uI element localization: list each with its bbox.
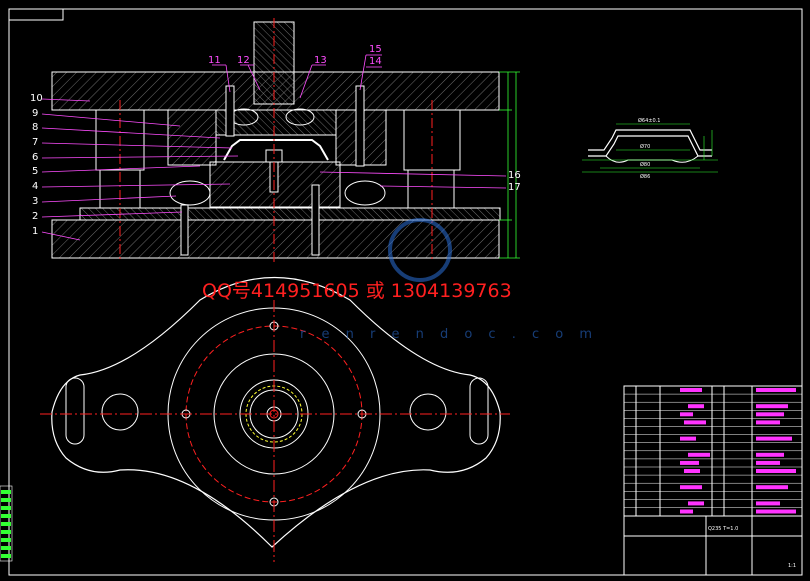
svg-text:Ø80: Ø80 [640, 161, 650, 168]
part-label-10: 10 [30, 93, 43, 104]
rubber-pad-right [344, 180, 386, 206]
part-label-4: 4 [32, 181, 38, 192]
part-label-12: 12 [237, 55, 250, 66]
part-label-17: 17 [508, 182, 521, 193]
title-block-entry [756, 420, 780, 425]
guide-post-right [407, 169, 455, 209]
title-block-entry [680, 485, 702, 490]
part-label-7: 7 [32, 137, 38, 148]
section-view [51, 18, 520, 265]
part-label-8: 8 [32, 122, 38, 133]
svg-text:Ø70: Ø70 [640, 143, 650, 150]
part-label-9: 9 [32, 108, 38, 119]
title-block: Q235 T=1.0 1:1 [623, 385, 803, 576]
legend-swatch [1, 530, 11, 534]
cad-drawing-canvas: 10 9 8 7 6 5 4 3 2 1 11 12 13 15 14 16 1… [0, 8, 803, 576]
slot-left [65, 377, 85, 445]
legend-swatch [1, 506, 11, 510]
svg-text:Ø86: Ø86 [640, 173, 650, 180]
svg-text:Ø64±0.1: Ø64±0.1 [638, 117, 660, 124]
legend-swatch [1, 554, 11, 558]
base-flange-outline [51, 277, 501, 548]
title-block-entry [684, 420, 706, 425]
title-block-entry [756, 501, 780, 506]
part-label-6: 6 [32, 152, 38, 163]
title-block-entry [680, 460, 699, 465]
part-label-13: 13 [314, 55, 327, 66]
contact-text: QQ号414951605 或 1304139763 [202, 280, 512, 302]
ejector-pin-left [180, 204, 189, 256]
part-label-14: 14 [369, 56, 382, 67]
part-label-1: 1 [32, 226, 38, 237]
title-block-entry [756, 509, 796, 514]
title-block-sheet: 1:1 [788, 563, 796, 569]
title-block-entry [756, 452, 784, 457]
legend-swatch [1, 490, 11, 494]
title-block-entry [756, 412, 784, 417]
title-block-entry [680, 412, 693, 417]
part-label-15: 15 [369, 44, 382, 55]
part-label-16: 16 [508, 170, 521, 181]
legend-swatch [1, 498, 11, 502]
title-block-entry [756, 469, 796, 473]
part-label-3: 3 [32, 196, 38, 207]
title-block-entry [680, 509, 693, 514]
title-block-entry [680, 436, 696, 441]
title-block-entry [756, 436, 792, 441]
title-block-entry [756, 388, 796, 392]
title-block-entry [680, 388, 702, 392]
bolt-hole-right [409, 393, 447, 431]
title-block-entry [756, 404, 788, 409]
left-edge-legend [0, 485, 13, 562]
legend-swatch [1, 546, 11, 550]
title-block-entry [684, 469, 700, 473]
title-block-material: Q235 T=1.0 [708, 526, 738, 532]
title-block-entry [688, 501, 704, 506]
title-block-entry [756, 485, 788, 490]
hidden-ring [245, 385, 303, 443]
title-block-entry [688, 404, 704, 409]
plan-view [40, 277, 510, 562]
legend-swatch [1, 538, 11, 542]
title-block-entry [756, 460, 780, 465]
drawing-corner-tab [8, 8, 64, 21]
ejector-pin-right [311, 184, 320, 256]
part-label-2: 2 [32, 211, 38, 222]
title-block-entry [688, 452, 710, 457]
part-label-11: 11 [208, 55, 221, 66]
bolt-hole-left [101, 393, 139, 431]
part-detail-view: Ø64±0.1 Ø70 Ø80 Ø86 [582, 117, 718, 180]
slot-right [469, 377, 489, 445]
part-labels-right: 16 17 [319, 170, 521, 193]
watermark-url: r e n r e n d o c . c o m [300, 327, 598, 342]
legend-swatch [1, 514, 11, 518]
part-label-5: 5 [32, 166, 38, 177]
legend-swatch [1, 522, 11, 526]
